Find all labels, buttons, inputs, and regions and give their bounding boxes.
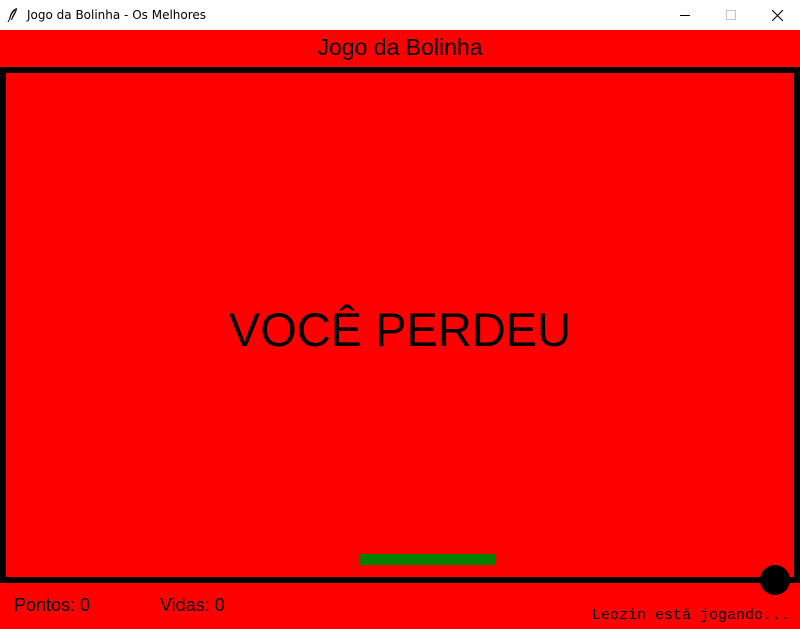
close-icon [771, 9, 783, 21]
title-bar[interactable]: Jogo da Bolinha - Os Melhores [0, 0, 800, 30]
game-title: Jogo da Bolinha [317, 34, 483, 60]
maximize-button[interactable] [708, 0, 754, 30]
score-label: Pontos: 0 [14, 595, 91, 615]
lives-label: Vidas: 0 [160, 595, 225, 615]
close-button[interactable] [754, 0, 800, 30]
window-title: Jogo da Bolinha - Os Melhores [27, 8, 207, 22]
paddle[interactable] [360, 554, 495, 565]
feather-icon [7, 8, 17, 23]
game-window: Jogo da Bolinha - Os Melhores Jogo da Bo… [0, 0, 800, 629]
minimize-icon [680, 15, 690, 16]
player-status: Leozin está jogando... [591, 607, 790, 624]
minimize-button[interactable] [662, 0, 708, 30]
game-over-message: VOCÊ PERDEU [228, 303, 572, 356]
maximize-icon [726, 10, 736, 20]
ball [760, 565, 790, 595]
